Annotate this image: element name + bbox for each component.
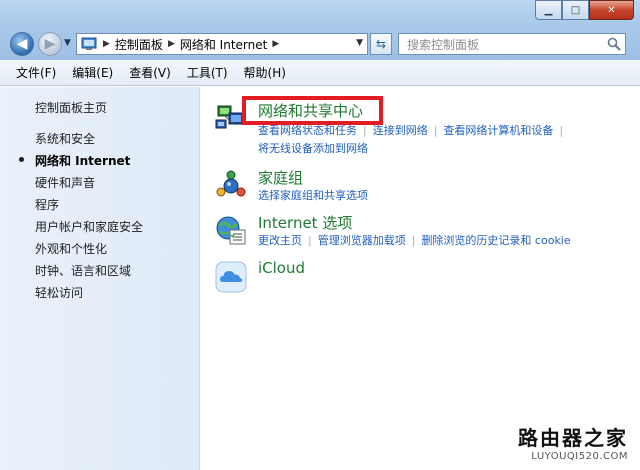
watermark: 路由器之家 LUYOUQI520.COM	[518, 422, 628, 462]
back-button[interactable]: ◀	[10, 32, 34, 56]
breadcrumb-chevron-icon[interactable]: ▶	[272, 39, 279, 49]
delete-history-link[interactable]: 删除浏览的历史记录和 cookie	[421, 234, 570, 247]
sidebar-item-clock-language[interactable]: 时钟、语言和区域	[35, 262, 131, 279]
icloud-icon[interactable]	[215, 261, 247, 293]
sidebar-item-ease-of-access[interactable]: 轻松访问	[35, 284, 83, 301]
refresh-button[interactable]: ⇆	[370, 33, 392, 55]
icloud-title[interactable]: iCloud	[258, 259, 305, 277]
sidebar-item-user-accounts[interactable]: 用户帐户和家庭安全	[35, 218, 143, 235]
search-placeholder: 搜索控制面板	[407, 37, 480, 52]
homegroup-icon[interactable]	[215, 170, 247, 202]
menu-help[interactable]: 帮助(H)	[236, 64, 294, 81]
breadcrumb-network-internet[interactable]: 网络和 Internet	[180, 36, 267, 53]
left-nav-pane: 控制面板主页 系统和安全 网络和 Internet 硬件和声音 程序 用户帐户和…	[0, 87, 200, 470]
current-item-bullet	[19, 157, 24, 162]
watermark-text: 路由器之家	[518, 426, 628, 450]
internet-options-links: 更改主页 | 管理浏览器加载项 | 删除浏览的历史记录和 cookie	[258, 232, 571, 248]
view-network-status-link[interactable]: 查看网络状态和任务	[258, 124, 357, 137]
close-button[interactable]: ✕	[589, 0, 634, 20]
homegroup-links: 选择家庭组和共享选项	[258, 187, 368, 203]
breadcrumb-chevron-icon[interactable]: ▶	[168, 39, 175, 49]
control-panel-icon	[80, 35, 98, 53]
breadcrumb-control-panel[interactable]: 控制面板	[115, 36, 163, 53]
sidebar-item-programs[interactable]: 程序	[35, 196, 59, 213]
minimize-button[interactable]: ▁	[535, 0, 562, 20]
link-separator: |	[411, 234, 416, 247]
search-input[interactable]: 搜索控制面板	[398, 33, 626, 55]
network-center-icon[interactable]	[215, 100, 247, 132]
connect-to-network-link[interactable]: 连接到网络	[373, 124, 428, 137]
link-separator: |	[308, 234, 312, 247]
change-homepage-link[interactable]: 更改主页	[258, 234, 302, 247]
add-wireless-device-link[interactable]: 将无线设备添加到网络	[258, 142, 368, 155]
network-center-title[interactable]: 网络和共享中心	[258, 100, 363, 121]
maximize-button[interactable]: □	[562, 0, 589, 20]
network-center-links-line2: 将无线设备添加到网络	[258, 140, 368, 156]
sidebar-item-control-panel-home[interactable]: 控制面板主页	[35, 99, 107, 116]
sidebar-item-system-security[interactable]: 系统和安全	[35, 130, 95, 147]
link-separator: |	[559, 124, 564, 137]
menu-file[interactable]: 文件(F)	[8, 64, 64, 81]
window-titlebar: ▁ □ ✕ ◀ ▶ ▼ ▶ 控制面板 ▶ 网络和 Internet ▶ ▼ ⇆ …	[0, 0, 640, 60]
network-center-links-line1: 查看网络状态和任务 | 连接到网络 | 查看网络计算机和设备 |	[258, 122, 569, 138]
internet-options-icon[interactable]	[215, 215, 247, 247]
menu-bar: 文件(F) 编辑(E) 查看(V) 工具(T) 帮助(H)	[0, 60, 640, 86]
sidebar-item-network-internet: 网络和 Internet	[35, 154, 131, 168]
search-icon[interactable]	[607, 37, 621, 51]
internet-options-title[interactable]: Internet 选项	[258, 212, 352, 233]
link-separator: |	[433, 124, 438, 137]
homegroup-title[interactable]: 家庭组	[258, 167, 303, 188]
menu-view[interactable]: 查看(V)	[121, 64, 179, 81]
sidebar-item-appearance[interactable]: 外观和个性化	[35, 240, 107, 257]
arrow-left-icon: ◀	[16, 36, 28, 52]
menu-edit[interactable]: 编辑(E)	[64, 64, 121, 81]
watermark-url: LUYOUQI520.COM	[531, 451, 628, 462]
forward-button[interactable]: ▶	[38, 32, 62, 56]
menu-tools[interactable]: 工具(T)	[179, 64, 236, 81]
sidebar-item-hardware-sound[interactable]: 硬件和声音	[35, 174, 95, 191]
address-dropdown-icon[interactable]: ▼	[356, 38, 363, 48]
address-bar[interactable]: ▶ 控制面板 ▶ 网络和 Internet ▶ ▼	[76, 33, 368, 55]
view-network-computers-link[interactable]: 查看网络计算机和设备	[443, 124, 553, 137]
homegroup-sharing-link[interactable]: 选择家庭组和共享选项	[258, 189, 368, 202]
arrow-right-icon: ▶	[44, 36, 56, 52]
main-content: 网络和共享中心 查看网络状态和任务 | 连接到网络 | 查看网络计算机和设备 | 将无线设…	[201, 87, 640, 470]
window-controls: ▁ □ ✕	[535, 0, 634, 20]
breadcrumb-chevron-icon: ▶	[103, 39, 110, 49]
history-dropdown-icon[interactable]: ▼	[64, 38, 71, 48]
refresh-icon: ⇆	[375, 37, 387, 51]
manage-addons-link[interactable]: 管理浏览器加载项	[318, 234, 406, 247]
link-separator: |	[363, 124, 367, 137]
